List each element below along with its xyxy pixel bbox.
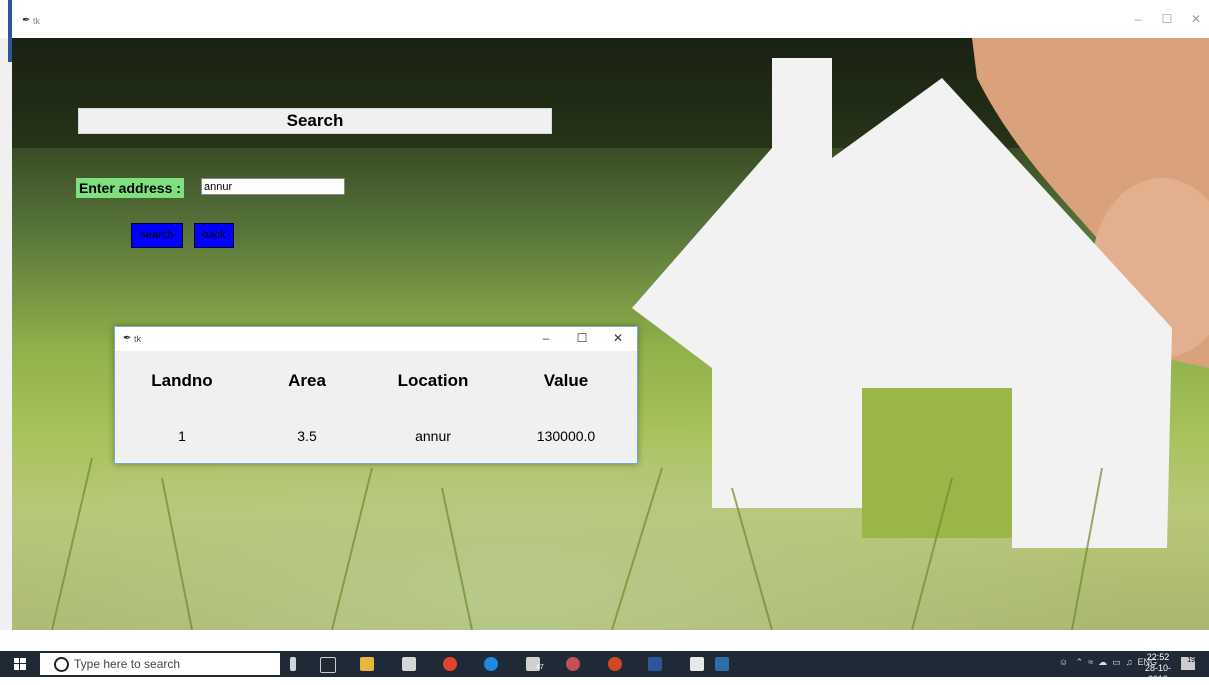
window-bottom-strip [0, 630, 1209, 651]
microphone-icon[interactable] [290, 657, 296, 671]
wifi-icon[interactable]: ≈ [1088, 657, 1093, 667]
chevron-up-icon[interactable]: ⌃ [1076, 657, 1084, 667]
result-maximize-button[interactable]: ☐ [573, 331, 591, 345]
minimize-button[interactable]: – [1128, 12, 1148, 26]
mail-badge: 47 [536, 664, 544, 671]
search-button[interactable]: search [131, 223, 183, 248]
word-icon[interactable] [648, 657, 662, 671]
windows-start-icon[interactable] [14, 658, 26, 670]
powerpoint-icon[interactable] [608, 657, 622, 671]
paint-icon[interactable] [715, 657, 729, 671]
notification-count: 19 [1187, 657, 1195, 664]
python-idle-icon[interactable] [690, 657, 704, 671]
taskbar-search-box[interactable]: Type here to search [40, 653, 280, 675]
clock-date: 28-10-2019 [1144, 663, 1171, 684]
people-icon[interactable]: ☺ [1059, 657, 1068, 667]
result-minimize-button[interactable]: – [537, 331, 555, 345]
address-input[interactable] [201, 178, 345, 195]
close-button[interactable]: ✕ [1186, 12, 1206, 26]
column-header-location: Location [397, 371, 469, 390]
edge-icon[interactable] [484, 657, 498, 671]
result-titlebar[interactable]: ✒ tk – ☐ ✕ [115, 327, 637, 351]
table-cell-landno: 1 [178, 428, 186, 444]
main-titlebar[interactable]: ✒ tk – ☐ ✕ [0, 0, 1209, 38]
search-heading: Search [78, 108, 552, 134]
column-header-landno: Landno [151, 371, 213, 390]
main-window-title: tk [33, 16, 41, 26]
clock[interactable]: 22:52 28-10-2019 [1140, 652, 1176, 685]
address-label: Enter address : [76, 178, 184, 198]
tk-feather-icon: ✒ [123, 333, 132, 344]
back-button[interactable]: back [194, 223, 234, 248]
table-cell-area: 3.5 [297, 428, 317, 444]
notification-center-icon[interactable]: 19 [1181, 657, 1195, 670]
maximize-button[interactable]: ☐ [1157, 12, 1177, 26]
chrome-icon[interactable] [443, 657, 457, 671]
taskbar: Type here to search 47 ☺ ⌃ ≈ ☁ ▭ ♫ ENG 2… [0, 651, 1209, 684]
volume-icon[interactable]: ♫ [1126, 657, 1133, 667]
tk-feather-icon: ✒ [22, 15, 31, 26]
cloud-icon[interactable]: ☁ [1098, 657, 1107, 667]
result-window-title: tk [134, 334, 142, 344]
taskbar-search-placeholder: Type here to search [74, 657, 181, 671]
result-close-button[interactable]: ✕ [609, 331, 627, 345]
column-header-value: Value [543, 371, 589, 390]
file-explorer-icon[interactable] [360, 657, 374, 671]
result-window: ✒ tk – ☐ ✕ Landno Area Location Value 1 … [114, 326, 638, 464]
app-icon[interactable] [566, 657, 580, 671]
task-view-icon[interactable] [320, 657, 336, 673]
table-cell-value: 130000.0 [536, 428, 596, 444]
table-cell-location: annur [415, 428, 451, 444]
clock-time: 22:52 [1146, 652, 1170, 662]
column-header-area: Area [288, 371, 326, 390]
battery-icon[interactable]: ▭ [1112, 657, 1121, 667]
cortana-icon [54, 657, 69, 672]
main-window: ✒ tk – ☐ ✕ Search Enter address: annur … [0, 0, 1209, 651]
store-icon[interactable] [402, 657, 416, 671]
